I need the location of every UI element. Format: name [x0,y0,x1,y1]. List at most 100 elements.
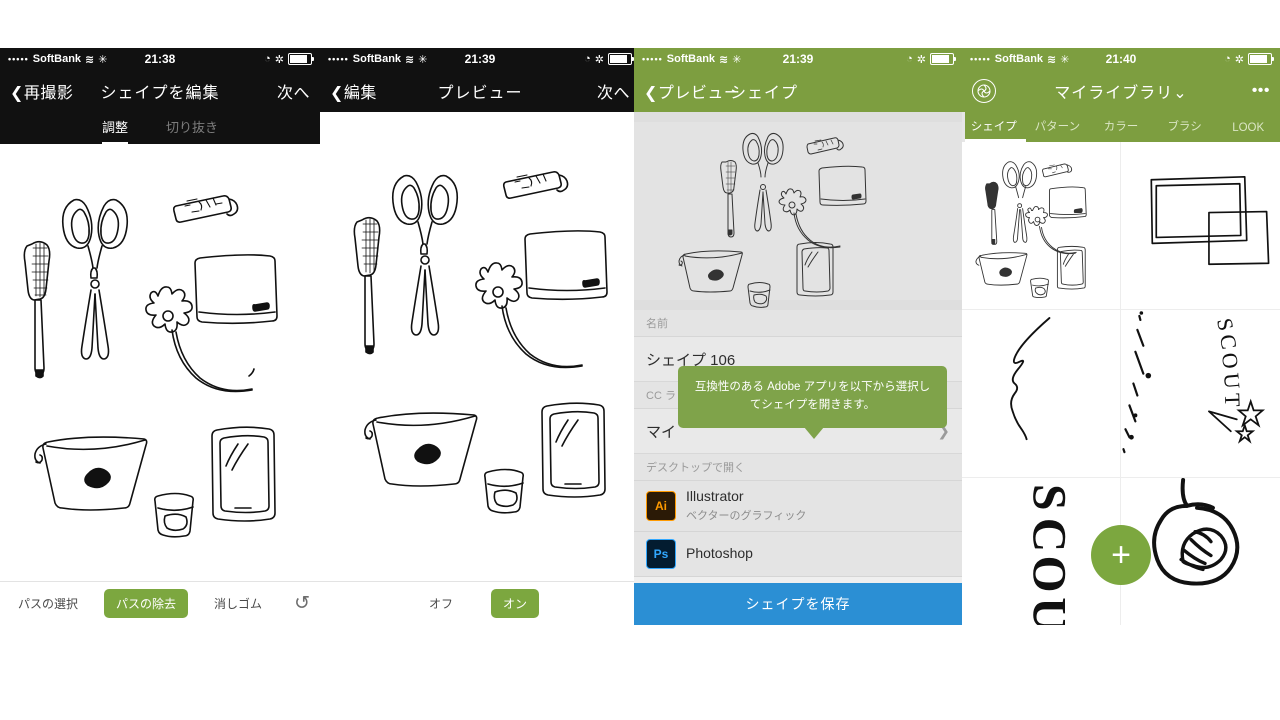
svg-text:S: S [1023,484,1075,511]
back-button[interactable]: ❮編集 [330,79,377,103]
nested-frames-thumb [1150,175,1270,266]
brightness-icon: ✳ [732,53,742,66]
page-title[interactable]: マイライブラリ⌄ [962,79,1280,103]
remove-path-button[interactable]: パスの除去 [104,589,189,618]
signal-dots-icon: ••••• [970,53,991,64]
app-name: Photoshop [686,545,753,562]
edit-toolbar: パスの選択 パスの除去 消しゴム ↺ [0,581,320,625]
scout-dashes-stars-thumb: S C O U T [1122,311,1266,454]
nav-bar: ❮編集 プレビュー 次へ [320,70,640,112]
alarm-icon: ◔ [584,53,591,65]
nav-bar: ❮再撮影 シェイプを編集 次へ [0,70,320,112]
wifi-icon: ≋ [85,53,95,66]
status-bar: ••••• SoftBank ≋ ✳ 21:38 ◔ ✲ [0,48,320,70]
more-options-icon[interactable]: ••• [1252,82,1270,100]
nav-bar: ❮プレビュー シェイプ [634,70,962,112]
battery-icon [288,53,314,65]
carrier-label: SoftBank [352,53,402,65]
tab-patterns[interactable]: パターン [1026,118,1090,142]
undo-icon[interactable]: ↺ [294,592,310,615]
grid-item-sketch-objects[interactable] [962,142,1121,310]
save-shape-button[interactable]: シェイプを保存 [634,583,962,625]
status-bar: ••••• SoftBank ≋ ✳ 21:39 ◔ ✲ [634,48,962,70]
tab-crop[interactable]: 切り抜き [166,117,218,144]
tab-look[interactable]: LOOK [1216,122,1280,142]
signal-dots-icon: ••••• [328,53,349,64]
status-bar: ••••• SoftBank ≋ ✳ 21:39 ◔ ✲ [320,48,640,70]
tab-shapes[interactable]: シェイプ [962,118,1026,142]
grid-item-scout-dashes-stars[interactable]: S C O U T [1121,310,1280,478]
svg-text:O: O [1217,351,1243,370]
bluetooth-icon: ✲ [1234,53,1244,66]
status-left: ••••• SoftBank ≋ ✳ [970,53,1069,66]
alarm-icon: ◔ [906,53,913,65]
tab-adjust[interactable]: 調整 [101,117,128,144]
grid-item-nested-frames[interactable] [1121,142,1280,310]
back-button[interactable]: ❮再撮影 [10,79,73,103]
carrier-label: SoftBank [994,53,1044,65]
library-tabs: シェイプ パターン カラー ブラシ LOOK [962,112,1280,142]
status-bar: ••••• SoftBank ≋ ✳ 21:40 ◔ ✲ [962,48,1280,70]
shape-canvas[interactable] [0,144,320,604]
svg-text:O: O [1023,556,1075,593]
next-button[interactable]: 次へ [597,79,630,103]
svg-text:T: T [1220,393,1244,407]
svg-text:U: U [1219,372,1244,390]
svg-text:C: C [1215,333,1241,352]
back-button[interactable]: ❮プレビュー [644,79,740,103]
brightness-icon: ✳ [1060,53,1070,66]
app-name: Illustrator [686,488,744,504]
nav-bar: マイライブラリ⌄ ••• [962,70,1280,112]
carrier-label: SoftBank [666,53,716,65]
sketch-artwork [23,195,278,538]
app-row-photoshop[interactable]: Ps Photoshop [634,532,962,577]
sub-tabs: 調整 切り抜き [0,112,320,144]
eraser-button[interactable]: 消しゴム [206,590,270,617]
battery-icon [930,53,956,65]
brightness-icon: ✳ [418,53,428,66]
status-left: ••••• SoftBank ≋ ✳ [642,53,741,66]
app-list: Ai Illustrator ベクターのグラフィック Ps Photoshop [634,481,962,577]
preview-canvas[interactable] [320,112,640,605]
alarm-icon: ◔ [264,53,271,65]
tab-brushes[interactable]: ブラシ [1153,118,1217,142]
battery-icon [1248,53,1274,65]
grid-item-squiggle-curve[interactable] [962,310,1121,478]
tab-colors[interactable]: カラー [1089,118,1153,142]
tooltip-popover: 互換性のある Adobe アプリを以下から選択してシェイプを開きます。 [678,366,947,439]
alarm-icon: ◔ [1224,53,1231,65]
on-button[interactable]: オン [491,589,540,618]
photoshop-icon: Ps [646,539,676,569]
svg-text:S: S [1212,316,1238,333]
wifi-icon: ≋ [405,53,415,66]
panel-my-library: ••••• SoftBank ≋ ✳ 21:40 ◔ ✲ マイライブラリ⌄ ••… [962,48,1280,625]
bluetooth-icon: ✲ [274,53,284,66]
status-right: ◔ ✲ [906,53,956,66]
next-button[interactable]: 次へ [277,79,310,103]
sketch-artwork-small [678,132,867,308]
status-right: ◔ ✲ [264,53,314,66]
illustrator-icon: Ai [646,491,676,521]
app-description: ベクターのグラフィック [686,510,807,522]
svg-text:U: U [1023,597,1075,625]
status-left: ••••• SoftBank ≋ ✳ [8,53,107,66]
off-button[interactable]: オフ [421,590,461,617]
signal-dots-icon: ••••• [642,53,663,64]
panel-edit-shape: ••••• SoftBank ≋ ✳ 21:38 ◔ ✲ ❮再撮影 シェイプを編… [0,48,320,625]
squiggle-curve-thumb [1010,317,1051,441]
add-button[interactable]: + [1091,525,1151,585]
select-path-button[interactable]: パスの選択 [10,590,86,617]
status-right: ◔ ✲ [584,53,634,66]
wifi-icon: ≋ [719,53,729,66]
preview-toolbar: オフ オン [320,581,640,625]
bluetooth-icon: ✲ [916,53,926,66]
app-row-illustrator[interactable]: Ai Illustrator ベクターのグラフィック [634,481,962,532]
bluetooth-icon: ✲ [594,53,604,66]
desktop-section-label: デスクトップで開く [634,454,962,481]
sketch-artwork [353,171,608,514]
sketch-objects-thumb [975,161,1087,298]
shape-preview [634,112,962,310]
screenshot-stage: ••••• SoftBank ≋ ✳ 21:38 ◔ ✲ ❮再撮影 シェイプを編… [0,0,1280,720]
wifi-icon: ≋ [1047,53,1057,66]
shape-logo-icon[interactable] [972,79,996,103]
